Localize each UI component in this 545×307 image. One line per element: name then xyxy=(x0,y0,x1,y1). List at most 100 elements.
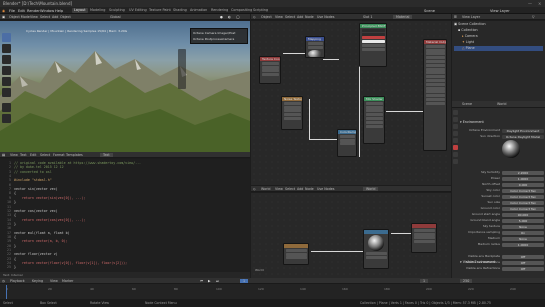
world-menu-select[interactable]: Select xyxy=(285,187,295,191)
property-value[interactable]: Octane Daylight Model xyxy=(502,134,544,139)
editor-type-icon[interactable]: ☰ xyxy=(454,15,457,19)
timeline-menu-view[interactable]: View xyxy=(50,279,58,283)
mode-selector[interactable]: Object Mode xyxy=(9,15,30,19)
tab-layout[interactable]: Layout xyxy=(72,8,88,13)
node-menu-select[interactable]: Select xyxy=(285,15,295,19)
editor-type-icon[interactable]: ▣ xyxy=(2,15,5,19)
octane-panel-item-2[interactable]: Octane PostprocessCamera xyxy=(193,37,234,41)
property-value[interactable]: 1.0000 xyxy=(502,242,544,247)
tab-sculpting[interactable]: Sculpting xyxy=(107,8,127,13)
menu-render[interactable]: Render xyxy=(27,9,40,13)
shader-node-editor[interactable]: Texture Coordinate Mapping Noise Texture… xyxy=(251,21,451,185)
shading-solid-icon[interactable]: ● xyxy=(220,15,223,19)
property-value[interactable]: Off xyxy=(502,266,544,271)
node-menu-view[interactable]: View xyxy=(275,15,283,19)
measure-tool-icon[interactable] xyxy=(2,114,11,123)
cursor-tool-icon[interactable] xyxy=(2,44,11,53)
viewport-menu-select[interactable]: Select xyxy=(40,15,50,19)
world-selector[interactable]: World xyxy=(363,187,379,191)
text-file-selector[interactable]: Text xyxy=(100,153,113,157)
shading-render-icon[interactable]: ◯ xyxy=(236,15,240,19)
annotate-tool-icon[interactable] xyxy=(2,103,11,112)
code-line[interactable]: 24 return vector(floor(v[0]), floor(v[1]… xyxy=(2,261,127,265)
start-frame-field[interactable]: 1 xyxy=(420,279,429,283)
property-value[interactable]: None xyxy=(502,224,544,229)
viewport-menu-view[interactable]: View xyxy=(30,15,38,19)
property-value[interactable]: Daylight Environment xyxy=(502,128,544,133)
node-mapping[interactable]: Mapping xyxy=(305,36,325,58)
transform-tool-icon[interactable] xyxy=(2,88,11,97)
timeline[interactable]: ◷ Playback Keying View Marker ⏮ ▶ ⏭ 1 1 … xyxy=(0,278,545,299)
text-menu-edit[interactable]: Edit xyxy=(30,153,36,157)
world-node-editor[interactable]: World xyxy=(251,193,451,278)
text-menu-format[interactable]: Format xyxy=(53,153,65,157)
close-icon[interactable]: × xyxy=(538,1,541,6)
world-menu-world[interactable]: World xyxy=(261,187,270,191)
tab-texture-paint[interactable]: Texture Paint xyxy=(147,8,173,13)
outliner[interactable]: ▣ Scene Collection ▪ Collection ▸ Camera… xyxy=(452,21,545,101)
node-menu-add[interactable]: Add xyxy=(297,15,303,19)
property-value[interactable]: Off xyxy=(502,254,544,259)
node-menu-node[interactable]: Node xyxy=(305,15,314,19)
property-value[interactable]: 0.000 xyxy=(502,182,544,187)
material-selector[interactable]: Material xyxy=(393,15,413,19)
material-tab-icon[interactable] xyxy=(453,159,458,164)
scene-selector[interactable]: Scene xyxy=(424,9,435,13)
outliner-view-layer[interactable]: View Layer xyxy=(462,15,480,19)
property-value[interactable]: Off xyxy=(502,260,544,265)
node-principled-bsdf[interactable]: Principled BSDF xyxy=(359,23,387,67)
navigation-gizmo[interactable] xyxy=(178,49,186,89)
scene-tab-icon[interactable] xyxy=(453,138,458,143)
tab-rendering[interactable]: Rendering xyxy=(209,8,230,13)
outliner-row-light[interactable]: ✦ Light xyxy=(454,40,543,45)
shading-material-icon[interactable]: ◐ xyxy=(228,15,231,19)
node-daylight[interactable] xyxy=(363,229,389,269)
playhead[interactable] xyxy=(6,285,7,299)
property-value[interactable]: 5.000 xyxy=(502,218,544,223)
current-frame-field[interactable]: 1 xyxy=(240,279,249,283)
menu-edit[interactable]: Edit xyxy=(18,9,25,13)
timeline-menu-playback[interactable]: Playback xyxy=(10,279,25,283)
view-layer-selector[interactable]: View Layer xyxy=(490,9,510,13)
viewport-menu-object[interactable]: Object xyxy=(60,15,71,19)
property-value[interactable]: 90.000 xyxy=(502,212,544,217)
property-value[interactable]: Color Correct Tex xyxy=(502,194,544,199)
text-editor[interactable]: 1// original code available at https://w… xyxy=(0,159,250,272)
section-visible-environment[interactable]: ▾ Visible Environment xyxy=(460,260,496,264)
tool-tab-icon[interactable] xyxy=(453,110,458,115)
output-tab-icon[interactable] xyxy=(453,124,458,129)
blender-logo-icon[interactable]: ◉ xyxy=(2,9,5,13)
node-mix-shader[interactable]: Mix Shader xyxy=(363,96,385,144)
outliner-row-collection[interactable]: ▪ Collection xyxy=(454,28,543,33)
timeline-menu-marker[interactable]: Marker xyxy=(62,279,73,283)
world-menu-view[interactable]: View xyxy=(275,187,283,191)
tab-animation[interactable]: Animation xyxy=(188,8,209,13)
tab-modeling[interactable]: Modeling xyxy=(88,8,107,13)
filter-icon[interactable]: ▽ xyxy=(532,15,535,19)
menu-window[interactable]: Window xyxy=(40,9,54,13)
editor-type-icon[interactable]: ◇ xyxy=(253,15,256,19)
use-nodes-checkbox[interactable]: Use Nodes xyxy=(317,187,335,191)
move-tool-icon[interactable] xyxy=(2,55,11,64)
property-value[interactable]: Color Correct Tex xyxy=(502,188,544,193)
tab-uv-editing[interactable]: UV Editing xyxy=(127,8,149,13)
orientation-selector[interactable]: Global xyxy=(110,15,121,19)
jump-start-icon[interactable]: ⏮ xyxy=(200,279,203,283)
jump-end-icon[interactable]: ⏭ xyxy=(216,279,219,283)
outliner-row-camera[interactable]: ▸ Camera xyxy=(454,34,543,39)
viewport-menu-add[interactable]: Add xyxy=(52,15,58,19)
minimize-icon[interactable]: — xyxy=(528,1,532,6)
sun-direction-preview[interactable] xyxy=(502,140,520,158)
menu-file[interactable]: File xyxy=(9,9,15,13)
node-colorramp[interactable]: ColorRamp xyxy=(337,129,357,157)
property-value[interactable]: 2.2000 xyxy=(502,170,544,175)
property-value[interactable]: Color Correct Tex xyxy=(502,200,544,205)
property-value[interactable]: On xyxy=(502,230,544,235)
world-tab-icon[interactable] xyxy=(453,145,458,150)
use-nodes-checkbox[interactable]: Use Nodes xyxy=(317,15,335,19)
property-value[interactable]: 1.0000 xyxy=(502,176,544,181)
text-menu-view[interactable]: View xyxy=(10,153,18,157)
scale-tool-icon[interactable] xyxy=(2,77,11,86)
node-noise-texture[interactable]: Noise Texture xyxy=(281,96,303,130)
text-menu-templates[interactable]: Templates xyxy=(66,153,83,157)
